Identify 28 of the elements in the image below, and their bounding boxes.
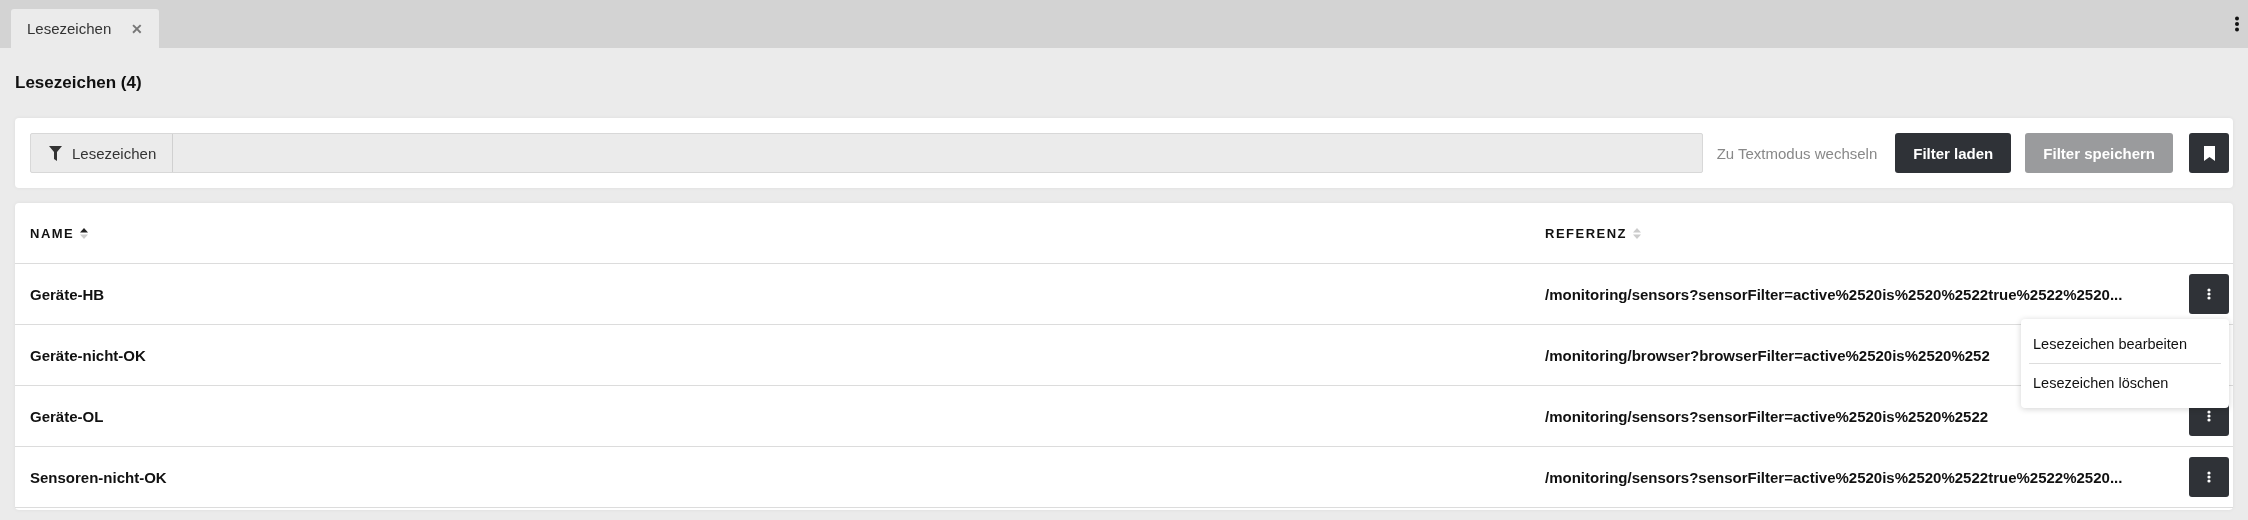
chip-label: Lesezeichen xyxy=(72,144,157,162)
filter-icon xyxy=(49,145,62,161)
table-cell-text: /monitoring/sensors?sensorFilter=active%2520is%2520%2522true%2522%2520... xyxy=(1545,285,2124,303)
close-icon[interactable]: ✕ xyxy=(131,20,144,37)
page-title: Lesezeichen (4) xyxy=(15,72,143,94)
column-header[interactable]: NAME xyxy=(30,225,1545,241)
filter-field[interactable]: Lesezeichen xyxy=(30,133,1703,173)
table-cell-text: /monitoring/sensors?sensorFilter=active%2520is%2520%2522true%2522%2520... xyxy=(1545,468,2124,486)
more-icon xyxy=(2207,410,2211,422)
more-icon xyxy=(2207,471,2211,483)
bookmark-button[interactable] xyxy=(2189,133,2229,173)
text-mode-link[interactable]: Zu Textmodus wechseln xyxy=(1716,144,1878,162)
more-icon xyxy=(2207,288,2211,300)
column-header[interactable]: REFERENZ xyxy=(1545,225,2183,241)
bookmark-icon xyxy=(2203,145,2215,161)
table-cell-text: Sensoren-nicht-OK xyxy=(30,468,168,486)
table-cell-text: /monitoring/sensors?sensorFilter=active%2520is%2520%2522 xyxy=(1545,407,1990,425)
filter-chip[interactable]: Lesezeichen xyxy=(31,134,174,172)
tab[interactable]: Lesezeichen ✕ xyxy=(11,9,160,48)
menu-item[interactable]: Lesezeichen löschen xyxy=(2029,364,2221,402)
menu-item[interactable]: Lesezeichen bearbeiten xyxy=(2029,325,2221,363)
table-cell-text: /monitoring/browser?browserFilter=active%2520is%2520%252 xyxy=(1545,346,1991,364)
table-cell-text: Geräte-OL xyxy=(30,407,105,425)
table-cell-text: Geräte-nicht-OK xyxy=(30,346,147,364)
table-cell-text: Geräte-HB xyxy=(30,285,106,303)
tab-label: Lesezeichen xyxy=(27,20,112,37)
more-icon[interactable] xyxy=(2234,16,2240,32)
load-filter-button[interactable]: Filter laden xyxy=(1895,133,2012,173)
